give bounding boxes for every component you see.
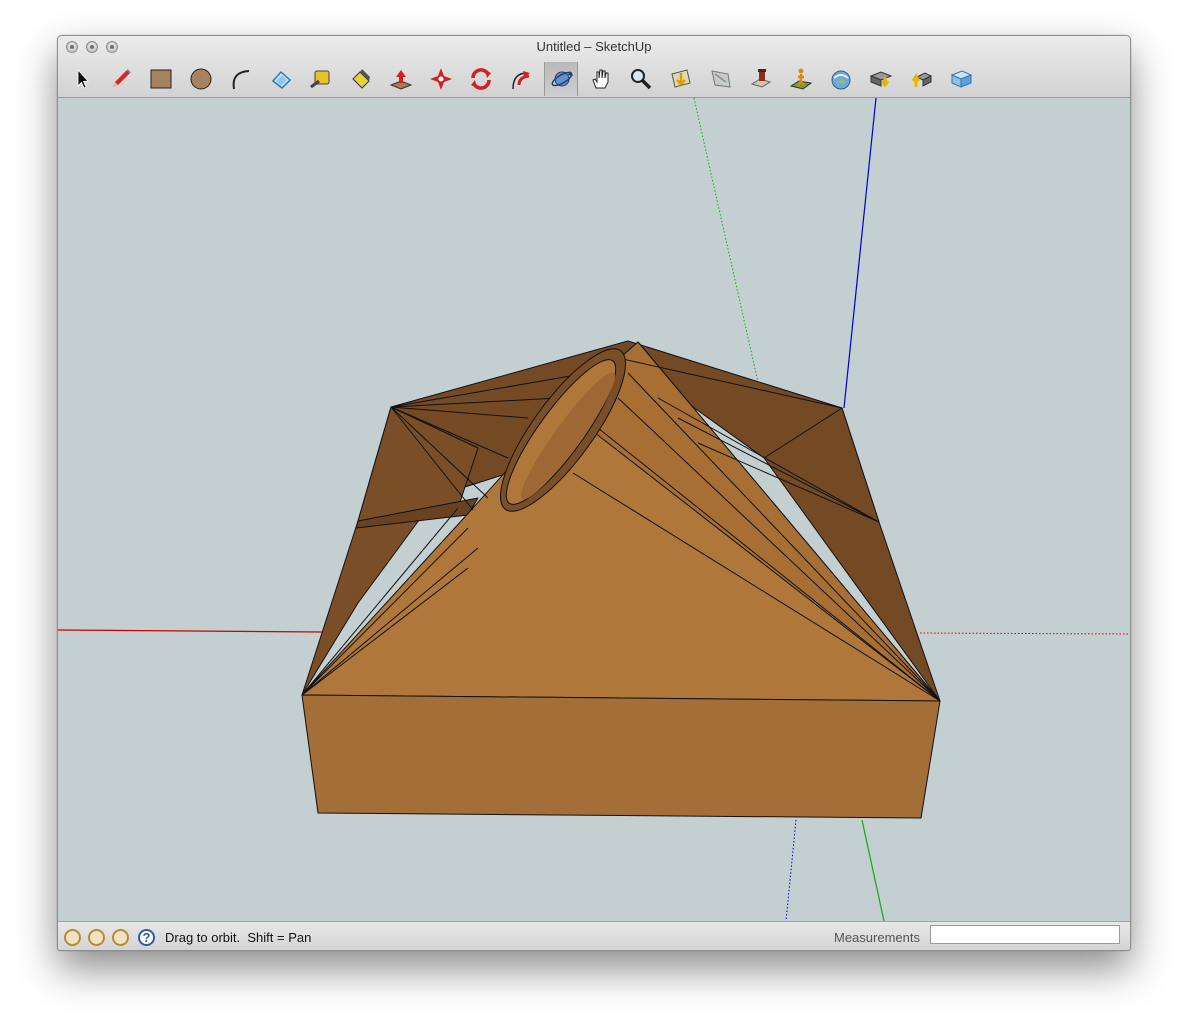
- blue-axis: [843, 97, 877, 409]
- rectangle-icon: [150, 69, 172, 89]
- tape-measure-tool-button[interactable]: [304, 62, 338, 96]
- status-message: Drag to orbit. Shift = Pan: [165, 930, 312, 945]
- paint-bucket-icon: [352, 69, 370, 89]
- share-model-tool-button[interactable]: [904, 62, 938, 96]
- get-models-icon: [869, 71, 893, 88]
- position-camera-tool-button[interactable]: [744, 62, 778, 96]
- paint-bucket-tool-button[interactable]: [344, 62, 378, 96]
- red-axis: [58, 629, 323, 633]
- pan-tool-button[interactable]: [584, 62, 618, 96]
- green-axis: [861, 819, 885, 922]
- magnifier-icon: [631, 69, 652, 90]
- orbit-tool-button[interactable]: [544, 62, 578, 96]
- extension-warehouse-icon: [950, 70, 973, 88]
- previous-view-tool-button[interactable]: [704, 62, 738, 96]
- measurements-input[interactable]: [930, 925, 1120, 944]
- tape-measure-icon: [310, 70, 330, 89]
- geo-location-icon[interactable]: [64, 929, 81, 946]
- window-title: Untitled – SketchUp: [536, 39, 652, 54]
- push-pull-tool-button[interactable]: [384, 62, 418, 96]
- pencil-icon: [113, 69, 131, 87]
- model-front-face: [301, 694, 941, 819]
- main-toolbar: [58, 60, 1130, 96]
- move-icon: [430, 68, 452, 90]
- zoom-extents-tool-button[interactable]: [664, 62, 698, 96]
- hand-icon: [592, 69, 609, 89]
- rectangle-tool-button[interactable]: [144, 62, 178, 96]
- zoom-tool-button[interactable]: [624, 62, 658, 96]
- position-camera-icon: [750, 69, 772, 88]
- help-icon[interactable]: ?: [138, 929, 155, 946]
- follow-me-tool-button[interactable]: [504, 62, 538, 96]
- credits-icon[interactable]: [88, 929, 105, 946]
- push-pull-icon: [389, 70, 413, 90]
- rotate-icon: [471, 68, 491, 90]
- green-axis-hidden: [693, 97, 759, 383]
- eraser-tool-button[interactable]: [264, 62, 298, 96]
- walk-icon: [789, 68, 813, 90]
- select-tool-button[interactable]: [64, 62, 98, 96]
- circle-icon: [190, 68, 212, 90]
- arc-tool-button[interactable]: [224, 62, 258, 96]
- globe-icon: [831, 70, 851, 90]
- share-model-icon: [911, 72, 933, 87]
- status-bar: ? Drag to orbit. Shift = Pan Measurement…: [58, 921, 1130, 950]
- previous-view-icon: [711, 70, 731, 88]
- zoom-extents-icon: [671, 69, 691, 88]
- eraser-icon: [271, 70, 292, 89]
- move-tool-button[interactable]: [424, 62, 458, 96]
- get-models-tool-button[interactable]: [864, 62, 898, 96]
- arrow-icon: [77, 68, 89, 89]
- sketchup-window: Untitled – SketchUp ? Drag to orbit. Shi…: [57, 35, 1131, 951]
- red-axis-hidden: [919, 632, 1130, 635]
- pencil-tool-button[interactable]: [104, 62, 138, 96]
- walk-tool-button[interactable]: [784, 62, 818, 96]
- extension-warehouse-tool-button[interactable]: [944, 62, 978, 96]
- blue-axis-hidden: [785, 819, 797, 922]
- follow-me-icon: [512, 71, 530, 90]
- arc-icon: [232, 70, 250, 90]
- user-icon[interactable]: [112, 929, 129, 946]
- title-bar: Untitled – SketchUp: [58, 36, 1130, 98]
- add-location-tool-button[interactable]: [824, 62, 858, 96]
- model-canvas: [58, 97, 1130, 922]
- rotate-tool-button[interactable]: [464, 62, 498, 96]
- orbit-icon: [551, 71, 573, 87]
- measurements-label: Measurements: [834, 930, 920, 945]
- modeling-viewport[interactable]: [58, 97, 1130, 922]
- circle-tool-button[interactable]: [184, 62, 218, 96]
